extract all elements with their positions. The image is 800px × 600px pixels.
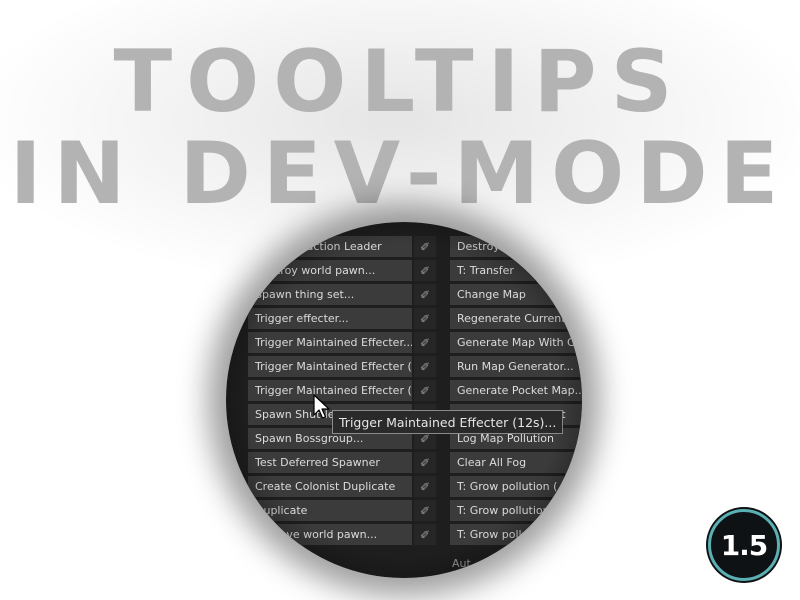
debug-actions-left-column: Destroy Faction Leader Destroy world paw… [248, 236, 412, 548]
debug-action-button[interactable]: Clear All Fog [450, 452, 582, 473]
pin-icon[interactable]: ✐ [414, 452, 436, 473]
debug-action-button[interactable]: Generate Map With C [450, 332, 582, 353]
pin-column: ✐ ✐ ✐ ✐ ✐ ✐ ✐ ✐ ✐ ✐ ✐ ✐ ✐ [414, 236, 436, 548]
debug-action-button[interactable]: Duplicate [248, 500, 412, 521]
debug-action-button[interactable]: Destroy world pawn... [248, 260, 412, 281]
debug-action-button[interactable]: Destroy Faction Leader [248, 236, 412, 257]
debug-action-button[interactable]: Trigger effecter... [248, 308, 412, 329]
section-label: Aut [452, 557, 471, 570]
debug-actions-right-column: Destroy T: Transfer Change Map Regenerat… [450, 236, 582, 548]
debug-action-button[interactable]: Test Deferred Spawner [248, 452, 412, 473]
pin-icon[interactable]: ✐ [414, 332, 436, 353]
version-badge: 1.5 [708, 509, 780, 581]
pin-icon[interactable]: ✐ [414, 308, 436, 329]
magnifier-view: Destroy Faction Leader Destroy world paw… [226, 222, 582, 578]
debug-action-button[interactable]: T: Grow pollu [450, 524, 582, 545]
debug-action-button[interactable]: Generate Pocket Map... [450, 380, 582, 401]
debug-action-button[interactable]: Destroy [450, 236, 582, 257]
debug-action-button[interactable]: Trigger Maintained Effecter... [248, 332, 412, 353]
debug-action-button[interactable]: Change Map [450, 284, 582, 305]
pin-icon[interactable]: ✐ [414, 284, 436, 305]
debug-action-button[interactable]: T: Transfer [450, 260, 582, 281]
page-title: TOOLTIPS IN DEV-MODE [0, 36, 800, 220]
debug-action-button[interactable]: Regenerate Current [450, 308, 582, 329]
debug-action-button[interactable]: T: Grow pollution [450, 500, 582, 521]
pin-icon[interactable]: ✐ [414, 380, 436, 401]
title-line-2: IN DEV-MODE [9, 124, 791, 224]
pin-icon[interactable]: ✐ [414, 260, 436, 281]
debug-action-button[interactable]: Trigger Maintained Effecter (5 [248, 356, 412, 377]
title-line-1: TOOLTIPS [113, 32, 687, 132]
debug-action-button[interactable]: T: Grow pollution ( [450, 476, 582, 497]
debug-action-button[interactable]: Spawn thing set... [248, 284, 412, 305]
debug-action-button[interactable]: Remove world pawn... [248, 524, 412, 545]
debug-action-button[interactable]: Run Map Generator... [450, 356, 582, 377]
pin-icon[interactable]: ✐ [414, 236, 436, 257]
pin-icon[interactable]: ✐ [414, 356, 436, 377]
tooltip: Trigger Maintained Effecter (12s)... [332, 410, 564, 434]
mouse-cursor-icon [313, 394, 330, 419]
pin-icon[interactable]: ✐ [414, 500, 436, 521]
pin-icon[interactable]: ✐ [414, 524, 436, 545]
debug-action-button[interactable]: Create Colonist Duplicate [248, 476, 412, 497]
pin-icon[interactable]: ✐ [414, 476, 436, 497]
